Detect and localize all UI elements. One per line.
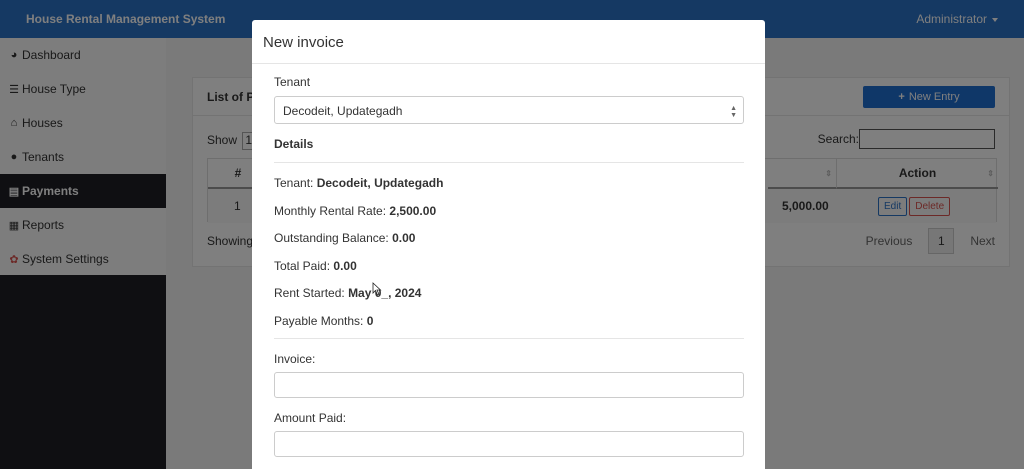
detail-label: Outstanding Balance: xyxy=(274,231,389,245)
detail-payable-months: Payable Months: 0 xyxy=(274,314,373,328)
detail-label: Tenant: xyxy=(274,176,314,190)
divider xyxy=(274,162,744,163)
detail-value: 0.00 xyxy=(392,231,416,245)
detail-outstanding-balance: Outstanding Balance: 0.00 xyxy=(274,231,415,245)
detail-label: Total Paid: xyxy=(274,259,331,273)
invoice-input[interactable] xyxy=(274,372,744,398)
modal-title: New invoice xyxy=(263,34,344,51)
tenant-select-value: Decodeit, Updategadh xyxy=(283,104,403,118)
detail-value: 0.00 xyxy=(333,259,357,273)
detail-label: Rent Started: xyxy=(274,286,345,300)
tenant-select[interactable]: Decodeit, Updategadh ▲ ▼ xyxy=(274,96,744,124)
detail-value: 0 xyxy=(366,314,374,328)
modal-header: New invoice xyxy=(252,20,765,64)
detail-label: Payable Months: xyxy=(274,314,364,328)
tenant-label: Tenant xyxy=(274,75,311,89)
detail-tenant: Tenant: Decodeit, Updategadh xyxy=(274,176,443,190)
detail-value: 2,500.00 xyxy=(389,204,437,218)
invoice-label: Invoice: xyxy=(274,352,316,366)
divider xyxy=(274,338,744,339)
detail-total-paid: Total Paid: 0.00 xyxy=(274,259,357,273)
amount-paid-input[interactable] xyxy=(274,431,744,457)
detail-monthly-rate: Monthly Rental Rate: 2,500.00 xyxy=(274,204,436,218)
mouse-cursor-icon xyxy=(372,282,382,296)
detail-rent-started: Rent Started: May 0_, 2024 xyxy=(274,286,421,300)
detail-value: Decodeit, Updategadh xyxy=(316,176,444,190)
detail-value: May 0_, 2024 xyxy=(348,286,422,300)
details-heading: Details xyxy=(274,137,314,151)
new-invoice-modal: New invoice Tenant Decodeit, Updategadh … xyxy=(252,20,765,469)
select-caret-icon: ▲ ▼ xyxy=(730,105,737,119)
amount-paid-label: Amount Paid: xyxy=(274,411,347,425)
detail-label: Monthly Rental Rate: xyxy=(274,204,387,218)
